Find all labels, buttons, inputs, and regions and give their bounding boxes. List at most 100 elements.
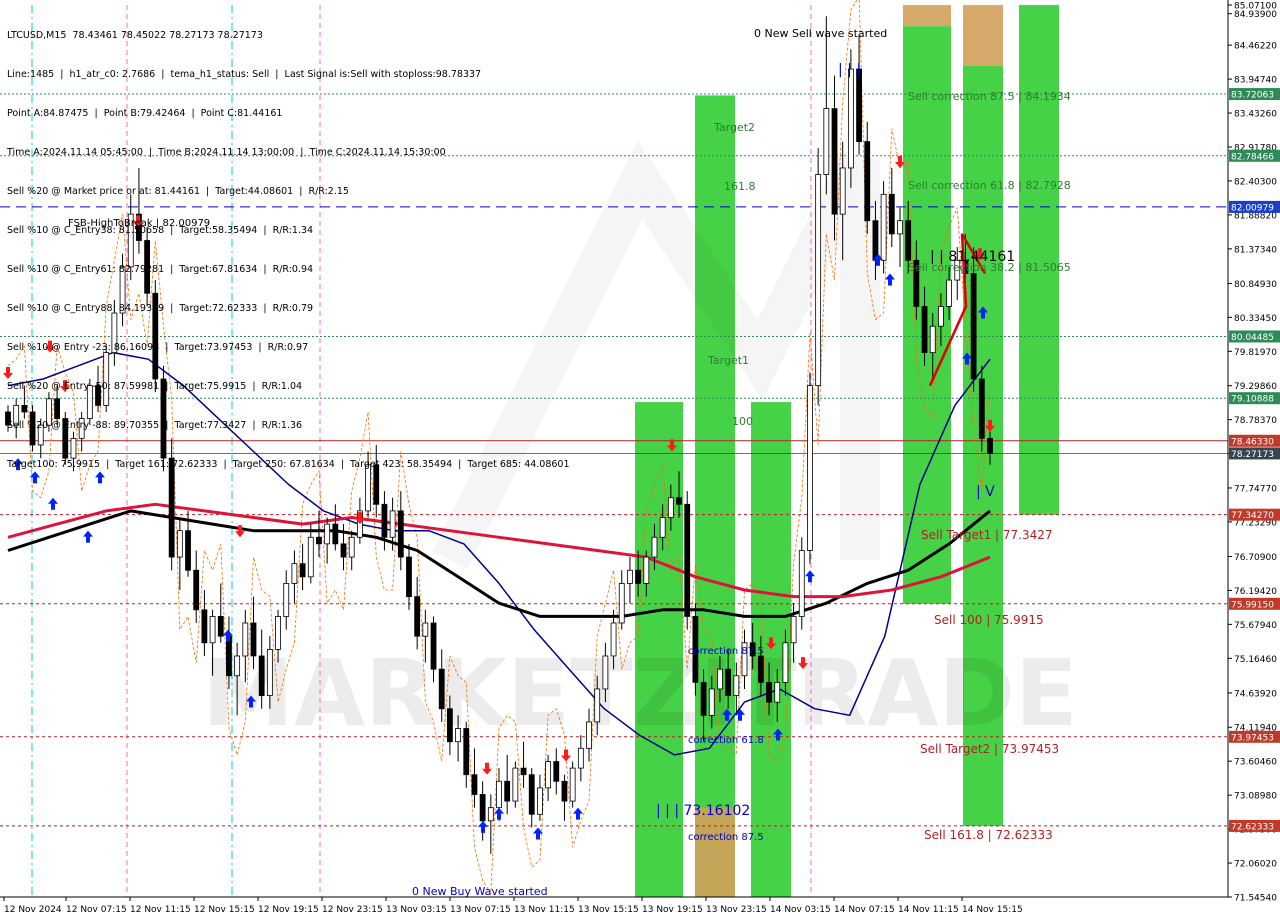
bear-candle (921, 306, 928, 354)
bull-candle (602, 655, 609, 690)
bull-candle (618, 583, 625, 624)
bear-candle (561, 780, 568, 802)
sell-correction-382-label: Sell correction 38.2 | 81.5065 (908, 261, 1071, 274)
y-tick-label: 78.78370 (1234, 416, 1277, 426)
bull-candle (496, 780, 502, 809)
target-zone (903, 5, 951, 27)
x-tick-label: 13 Nov 07:15 (450, 905, 511, 915)
price-tag-label: 75.99150 (1231, 600, 1274, 610)
bull-candle (569, 767, 576, 802)
bull-candle (946, 279, 952, 307)
y-tick-label: 80.33450 (1234, 314, 1277, 324)
bear-candle (406, 556, 412, 598)
bull-candle (422, 622, 429, 637)
info-line: Sell %20 @ Entry -88: 89.70355 | Target:… (7, 420, 303, 431)
x-tick-label: 12 Nov 23:15 (322, 905, 383, 915)
sell-target1-label: Sell Target1 | 77.3427 (921, 528, 1053, 542)
bull-candle (512, 767, 519, 802)
bull-candle (545, 761, 551, 789)
x-tick-label: 12 Nov 15:15 (194, 905, 255, 915)
y-tick-label: 76.19420 (1234, 587, 1277, 597)
y-tick-label: 79.81970 (1234, 348, 1277, 358)
info-line: Sell %20 @ Market price or at: 81.44161 … (7, 186, 349, 197)
bull-candle (823, 108, 830, 175)
bull-candle (774, 681, 781, 703)
bear-candle (970, 273, 977, 380)
bull-candle (291, 563, 298, 584)
bull-candle (176, 530, 183, 558)
bear-candle (381, 503, 388, 538)
x-tick-label: 12 Nov 11:15 (130, 905, 191, 915)
bull-candle (782, 642, 789, 683)
bear-candle (332, 523, 339, 545)
price-tag-label: 82.00979 (1231, 203, 1274, 213)
target-zone (695, 95, 735, 897)
bear-candle (831, 108, 838, 215)
bear-candle (438, 668, 445, 710)
bull-candle (667, 497, 674, 518)
bull-candle (815, 174, 822, 386)
bear-candle (430, 622, 437, 670)
x-tick-label: 13 Nov 11:15 (514, 905, 575, 915)
bear-candle (635, 569, 642, 584)
info-line: Sell %10 @ C_Entry61: 82.79281 | Target:… (7, 264, 314, 275)
price-tag-label: 78.46330 (1231, 437, 1274, 447)
x-tick-label: 14 Nov 11:15 (898, 905, 959, 915)
bear-candle (504, 780, 511, 802)
x-tick-label: 13 Nov 19:15 (642, 905, 703, 915)
bull-candle (487, 807, 494, 822)
bull-candle (651, 536, 658, 558)
price-tag-label: 72.62333 (1231, 822, 1274, 832)
info-line: Sell %10 @ Entry -23: 86.16098 | Target:… (7, 342, 309, 353)
bull-candle (283, 583, 290, 617)
bull-candle (708, 688, 715, 716)
bull-candle (717, 668, 723, 690)
price-tag-label: 82.78466 (1231, 152, 1274, 162)
target-zone (963, 5, 1003, 66)
bull-candle (839, 167, 846, 215)
bull-candle (897, 220, 903, 235)
new-buy-wave-label: 0 New Buy Wave started (412, 885, 548, 898)
bear-candle (250, 622, 257, 657)
y-tick-label: 84.93900 (1234, 10, 1277, 20)
bear-candle (725, 668, 732, 696)
y-tick-label: 74.63920 (1234, 689, 1277, 699)
info-line: Target100: 75.9915 | Target 161: 72.6233… (7, 459, 570, 470)
y-tick-label: 72.06020 (1234, 860, 1277, 870)
y-tick-label: 76.70900 (1234, 553, 1277, 563)
y-tick-label: 83.94740 (1234, 76, 1277, 86)
bear-candle (217, 616, 224, 637)
bear-candle (888, 193, 895, 235)
bull-candle (586, 721, 592, 749)
price-tag-label: 78.27173 (1231, 450, 1274, 460)
bear-candle (684, 503, 691, 617)
bear-candle (463, 728, 470, 776)
x-tick-label: 12 Nov 2024 (4, 905, 62, 915)
target-zone (695, 807, 735, 897)
x-tick-label: 14 Nov 03:15 (770, 905, 831, 915)
bull-candle (880, 193, 887, 261)
bear-candle (226, 635, 232, 677)
bear-candle (757, 655, 764, 683)
bull-candle (798, 550, 805, 617)
bull-candle (627, 569, 633, 584)
y-tick-label: 84.46220 (1234, 42, 1277, 52)
bear-candle (676, 497, 682, 505)
y-tick-label: 73.08980 (1234, 792, 1277, 802)
info-line: Point A:84.87475 | Point B:79.42464 | Po… (7, 108, 283, 119)
bull-candle (610, 622, 617, 657)
y-tick-label: 82.40300 (1234, 177, 1277, 187)
bull-candle (938, 306, 944, 327)
x-tick-label: 14 Nov 07:15 (834, 905, 895, 915)
price-tag-label: 79.10888 (1231, 395, 1274, 405)
info-line: Sell %20 @ Entry -50: 87.59981 | Target:… (7, 381, 303, 392)
price-tag-label: 73.97453 (1231, 733, 1274, 743)
y-tick-label: 81.37340 (1234, 245, 1277, 255)
y-tick-label: 79.29860 (1234, 382, 1277, 392)
target2-label: Target2 (713, 121, 755, 134)
sell-target2-label: Sell Target2 | 73.97453 (920, 742, 1059, 756)
info-line: Time A:2024.11.14 05:45:00 | Time B:2024… (7, 147, 446, 158)
bull-candle (643, 556, 650, 584)
sell-100-label: Sell 100 | 75.9915 (934, 613, 1044, 627)
bear-candle (479, 794, 486, 822)
